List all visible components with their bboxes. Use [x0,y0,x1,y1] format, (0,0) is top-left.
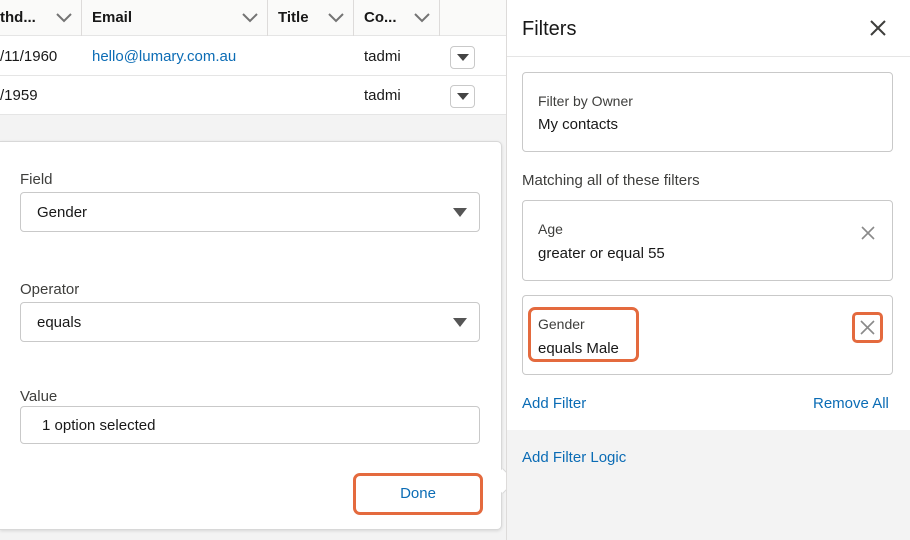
add-filter-logic-link[interactable]: Add Filter Logic [522,449,626,466]
filter-criteria-value: greater or equal 55 [538,245,665,262]
contacts-table: thd... Email Title Co... /11/1960 hello@… [0,0,506,115]
filters-panel-header: Filters [507,0,910,57]
caret-down-icon [453,208,467,217]
matching-filters-heading: Matching all of these filters [522,172,700,189]
birthdate-cell: /1959 [0,87,38,104]
value-input[interactable]: 1 option selected [20,406,480,444]
field-select-value: Gender [37,204,88,221]
owner-cell: tadmi [364,87,401,104]
panel-title: Filters [522,18,577,40]
filter-field-label: Age [538,221,563,237]
chevron-down-icon[interactable] [327,12,345,24]
remove-all-link[interactable]: Remove All [813,395,889,412]
chevron-down-icon[interactable] [241,12,259,24]
done-button[interactable]: Done [353,473,483,515]
chevron-down-icon[interactable] [55,12,73,24]
owner-filter-label: Filter by Owner [538,93,633,109]
column-header-birthdate[interactable]: thd... [0,0,82,36]
operator-label: Operator [20,281,80,298]
field-select[interactable]: Gender [20,192,480,232]
table-header: thd... Email Title Co... [0,0,506,36]
filter-card-age[interactable]: Age greater or equal 55 [522,200,893,281]
chevron-down-icon[interactable] [413,12,431,24]
caret-down-icon [457,93,469,100]
operator-select-value: equals [37,314,82,331]
remove-filter-icon[interactable] [860,320,875,335]
remove-filter-button[interactable] [852,312,883,343]
highlight-box [528,307,639,362]
filters-panel-body: Filters Filter by Owner My contacts Matc… [507,0,910,430]
birthdate-cell: /11/1960 [0,48,58,65]
table-row[interactable]: /11/1960 hello@lumary.com.au tadmi [0,37,506,76]
row-actions-button[interactable] [450,46,475,69]
row-actions-button[interactable] [450,85,475,108]
remove-filter-icon[interactable] [861,226,875,240]
filters-panel: Filters Filter by Owner My contacts Matc… [506,0,910,540]
column-label: Co... [364,9,397,26]
column-header-owner[interactable]: Co... [354,0,440,36]
add-filter-link[interactable]: Add Filter [522,395,586,412]
table-row[interactable]: /1959 tadmi [0,76,506,115]
field-label: Field [20,171,53,188]
caret-down-icon [453,318,467,327]
close-icon[interactable] [869,19,887,37]
column-label: thd... [0,9,36,26]
column-label: Email [92,9,133,26]
owner-filter-value: My contacts [538,116,619,133]
owner-cell: tadmi [364,48,401,65]
caret-down-icon [457,54,469,61]
column-header-email[interactable]: Email [82,0,268,36]
owner-filter-card[interactable]: Filter by Owner My contacts [522,72,893,152]
operator-select[interactable]: equals [20,302,480,342]
column-label: Title [278,9,309,26]
filter-editor-popover: Field Gender Operator equals Value 1 opt… [0,141,516,530]
value-label: Value [20,388,58,405]
column-header-title[interactable]: Title [268,0,354,36]
email-link[interactable]: hello@lumary.com.au [92,37,236,75]
